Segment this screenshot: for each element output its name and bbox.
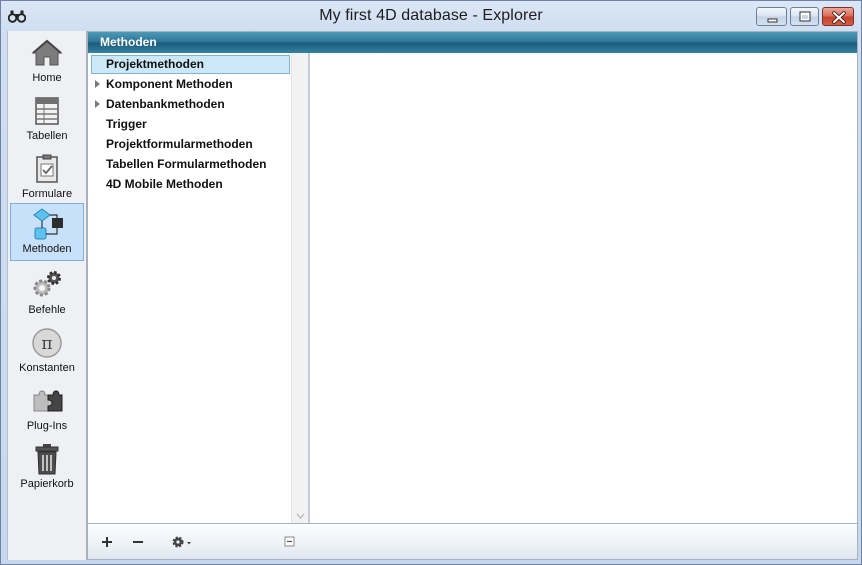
sidebar-item-label: Tabellen xyxy=(26,130,68,142)
sidebar-item-papierkorb[interactable]: Papierkorb xyxy=(10,439,84,497)
method-category-4d-mobile-methoden[interactable]: 4D Mobile Methoden xyxy=(91,175,290,194)
sidebar-item-label: Papierkorb xyxy=(20,478,74,490)
restore-icon xyxy=(799,11,811,22)
window-title: My first 4D database - Explorer xyxy=(319,7,543,24)
sidebar-item-label: Plug-Ins xyxy=(26,420,68,432)
sidebar-item-label: Home xyxy=(32,72,62,84)
sidebar-item-home[interactable]: Home xyxy=(10,33,84,91)
sidebar-item-methoden[interactable]: Methoden xyxy=(10,203,84,261)
sidebar-item-label: Konstanten xyxy=(19,362,75,374)
list-scrollbar[interactable] xyxy=(291,53,308,523)
minimize-icon xyxy=(767,18,778,23)
minus-icon[interactable] xyxy=(130,534,146,550)
disclosure-triangle-icon[interactable] xyxy=(95,100,100,108)
list-item-label: Komponent Methoden xyxy=(106,77,233,91)
list-item-label: Projektmethoden xyxy=(106,57,205,71)
list-item-label: Datenbankmethoden xyxy=(106,97,225,111)
collapse-icon[interactable] xyxy=(284,534,296,550)
forms-icon xyxy=(36,154,58,183)
sidebar-item-label: Formulare xyxy=(21,188,73,200)
plus-icon[interactable] xyxy=(99,534,115,550)
home-icon xyxy=(31,39,63,66)
method-category-projektformularmethoden[interactable]: Projektformularmethoden xyxy=(91,135,290,154)
disclosure-triangle-icon[interactable] xyxy=(95,80,100,88)
maximize-button[interactable] xyxy=(790,7,819,26)
sidebar-item-formulare[interactable]: Formulare xyxy=(10,149,84,207)
method-category-komponent-methoden[interactable]: Komponent Methoden xyxy=(91,75,290,94)
sidebar-item-konstanten[interactable]: π Konstanten xyxy=(10,323,84,381)
method-category-list: Projektmethoden Komponent Methoden Daten… xyxy=(88,53,291,523)
close-icon xyxy=(832,11,846,24)
method-detail-pane xyxy=(310,53,857,523)
explorer-window: My first 4D database - Explorer Home Tab… xyxy=(0,0,862,565)
title-bar[interactable]: My first 4D database - Explorer xyxy=(1,1,861,31)
svg-text:π: π xyxy=(41,334,52,354)
chevron-down-icon[interactable] xyxy=(296,513,305,519)
list-item-label: Tabellen Formularmethoden xyxy=(106,157,267,171)
sidebar-item-label: Befehle xyxy=(28,304,66,316)
constants-icon: π xyxy=(32,328,62,358)
section-header: Methoden xyxy=(88,32,857,53)
sidebar-item-plug-ins[interactable]: Plug-Ins xyxy=(10,381,84,439)
minimize-button[interactable] xyxy=(756,7,787,26)
commands-icon xyxy=(33,271,61,297)
method-category-datenbankmethoden[interactable]: Datenbankmethoden xyxy=(91,95,290,114)
explorer-content: Methoden Projektmethoden Komponent Metho… xyxy=(87,31,858,560)
trash-icon xyxy=(35,444,59,475)
gear-menu-icon[interactable] xyxy=(170,534,194,550)
explorer-sidebar: Home Tabellen Formulare Methoden Befehle… xyxy=(7,31,87,560)
sidebar-item-befehle[interactable]: Befehle xyxy=(10,265,84,323)
methods-icon xyxy=(33,208,63,240)
method-category-projektmethoden[interactable]: Projektmethoden xyxy=(91,55,290,74)
list-item-label: Trigger xyxy=(106,117,147,131)
bottom-toolbar xyxy=(88,523,857,559)
close-button[interactable] xyxy=(822,7,854,26)
list-item-label: Projektformularmethoden xyxy=(106,137,253,151)
method-category-trigger[interactable]: Trigger xyxy=(91,115,290,134)
list-item-label: 4D Mobile Methoden xyxy=(106,177,223,191)
tables-icon xyxy=(35,97,59,125)
sidebar-item-label: Methoden xyxy=(22,243,72,255)
method-category-tabellen-formularmethoden[interactable]: Tabellen Formularmethoden xyxy=(91,155,290,174)
plugins-icon xyxy=(33,390,63,412)
sidebar-item-tabellen[interactable]: Tabellen xyxy=(10,91,84,149)
